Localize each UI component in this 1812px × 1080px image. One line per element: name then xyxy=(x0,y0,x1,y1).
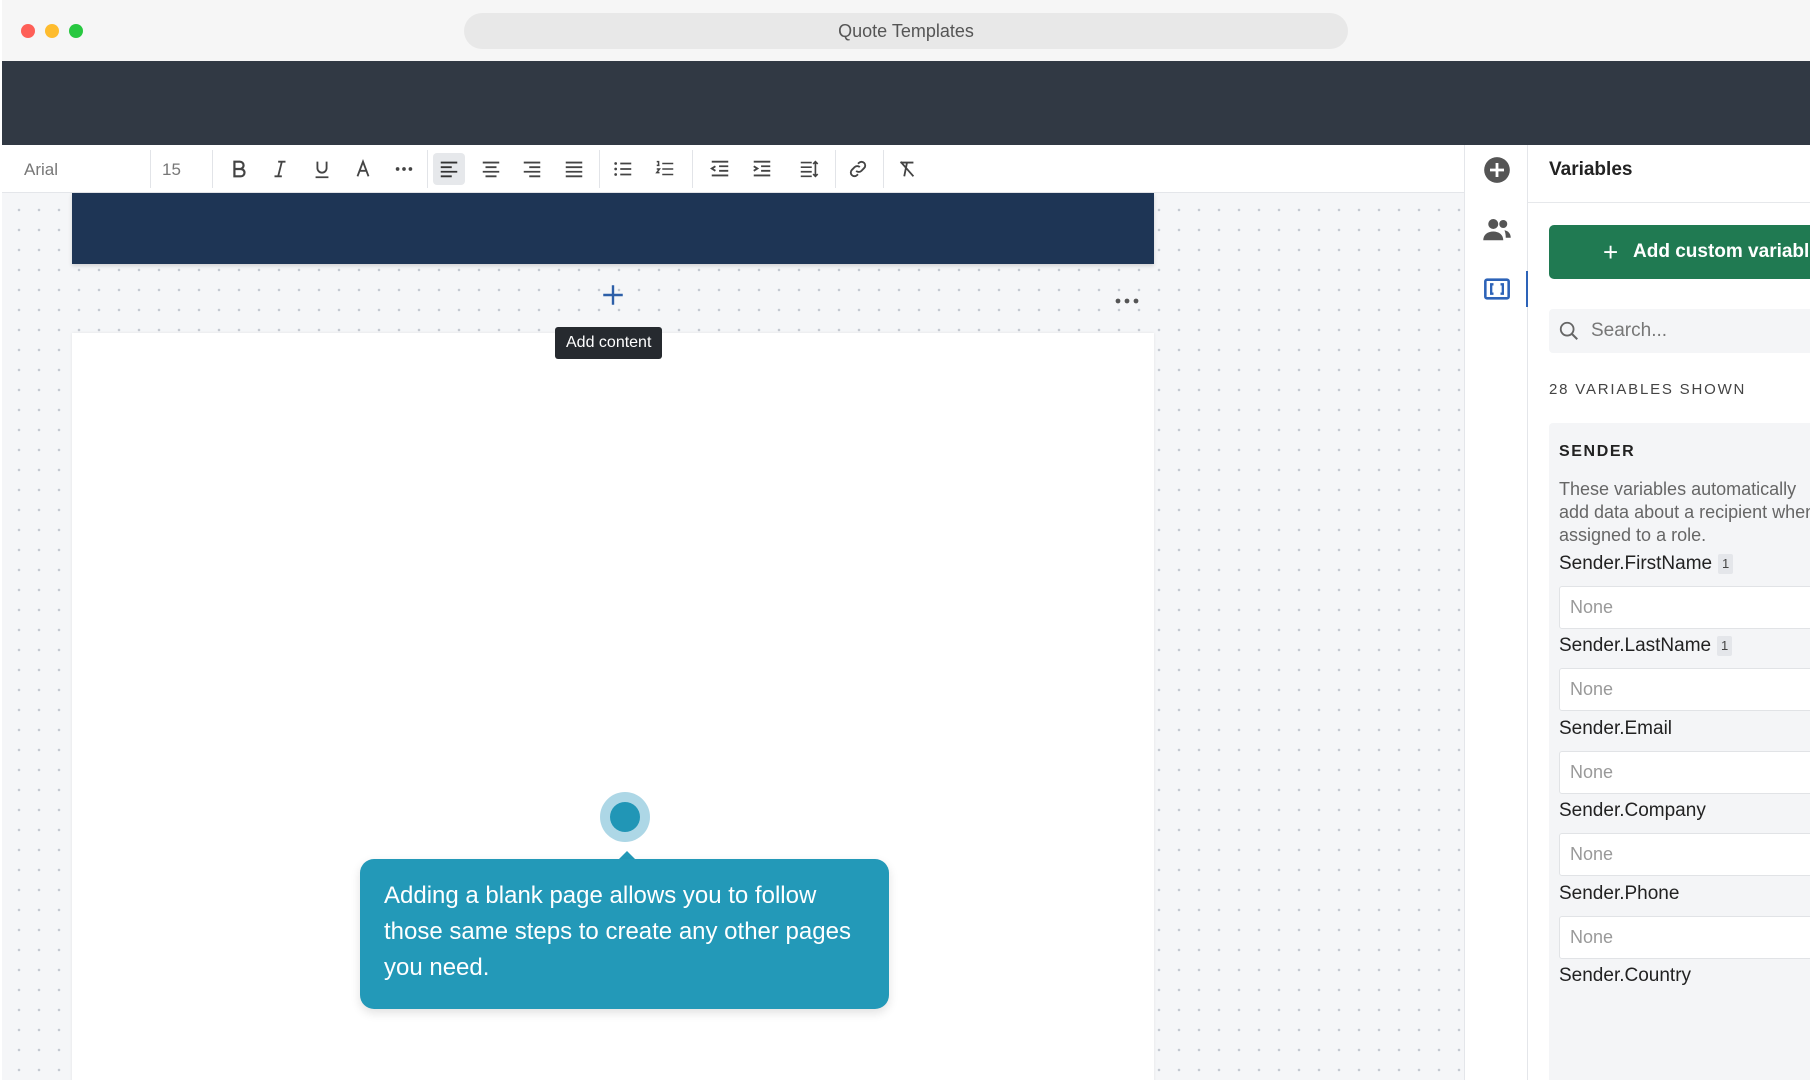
indent-icon[interactable] xyxy=(746,153,778,185)
search-input[interactable] xyxy=(1591,309,1810,353)
toolbar-divider xyxy=(692,150,693,188)
font-family-select[interactable]: Arial xyxy=(24,160,58,180)
variable-name: Sender.Email xyxy=(1559,718,1673,739)
variables-count: 28 VARIABLES SHOWN xyxy=(1549,381,1747,398)
sender-variable-group: SENDER These variables automatically add… xyxy=(1549,423,1810,1080)
variable-item: Sender.Phone None xyxy=(1559,883,1810,959)
toolbar-divider xyxy=(427,150,428,188)
line-height-icon[interactable] xyxy=(793,153,825,185)
address-bar[interactable]: Quote Templates xyxy=(464,13,1348,49)
variable-value-field[interactable]: None xyxy=(1559,916,1810,959)
add-content-icon[interactable] xyxy=(599,281,627,309)
close-window-button[interactable] xyxy=(21,24,35,38)
maximize-window-button[interactable] xyxy=(69,24,83,38)
align-right-icon[interactable] xyxy=(516,153,548,185)
variable-name: Sender.FirstName xyxy=(1559,553,1713,574)
usage-count-badge: 1 xyxy=(1717,636,1733,656)
title-bar: Quote Templates xyxy=(2,0,1810,61)
italic-icon[interactable] xyxy=(264,153,296,185)
toolbar-divider xyxy=(883,150,884,188)
link-icon[interactable] xyxy=(842,153,874,185)
variable-value-field[interactable]: None xyxy=(1559,833,1810,876)
toolbar-divider xyxy=(599,150,600,188)
variable-item: Sender.Company None xyxy=(1559,800,1810,876)
add-circle-icon[interactable] xyxy=(1481,154,1513,186)
add-content-tooltip: Add content xyxy=(555,327,663,359)
variable-item: Sender.Email None xyxy=(1559,718,1810,794)
usage-count-badge: 1 xyxy=(1718,554,1734,574)
app-window: Quote Templates Arial 15 Add content Add… xyxy=(2,0,1810,1080)
plus-icon: + xyxy=(1603,237,1619,267)
editor-canvas: Add content Adding a blank page allows y… xyxy=(2,193,1464,1080)
align-left-icon[interactable] xyxy=(433,153,465,185)
add-custom-variable-button[interactable]: + Add custom variable xyxy=(1549,225,1810,279)
format-toolbar: Arial 15 xyxy=(2,145,1464,193)
side-icon-rail xyxy=(1464,145,1529,1080)
page-options-icon[interactable] xyxy=(1115,293,1139,305)
underline-icon[interactable] xyxy=(306,153,338,185)
app-header xyxy=(2,61,1810,145)
toolbar-divider xyxy=(212,150,213,188)
group-description: These variables automatically add data a… xyxy=(1559,479,1810,545)
minimize-window-button[interactable] xyxy=(45,24,59,38)
variable-value-field[interactable]: None xyxy=(1559,586,1810,629)
font-color-icon[interactable] xyxy=(347,153,379,185)
more-icon[interactable] xyxy=(388,153,420,185)
toolbar-divider xyxy=(835,150,836,188)
page-header-block[interactable] xyxy=(72,193,1154,264)
variable-item: Sender.Country xyxy=(1559,965,1810,987)
variable-search xyxy=(1549,309,1810,353)
panel-divider xyxy=(1528,202,1810,203)
numbered-list-icon[interactable] xyxy=(649,153,681,185)
tour-hotspot[interactable] xyxy=(610,802,640,832)
justify-icon[interactable] xyxy=(558,153,590,185)
variable-value-field[interactable]: None xyxy=(1559,668,1810,711)
variable-value-field[interactable]: None xyxy=(1559,751,1810,794)
people-icon[interactable] xyxy=(1481,213,1513,245)
bullet-list-icon[interactable] xyxy=(607,153,639,185)
toolbar-divider xyxy=(150,150,151,188)
outdent-icon[interactable] xyxy=(704,153,736,185)
variables-icon[interactable] xyxy=(1481,273,1513,305)
tour-callout: Adding a blank page allows you to follow… xyxy=(360,859,889,1009)
font-size-select[interactable]: 15 xyxy=(162,160,181,180)
variable-name: Sender.Phone xyxy=(1559,883,1680,904)
clear-format-icon[interactable] xyxy=(891,153,923,185)
panel-title: Variables xyxy=(1549,159,1633,180)
variables-panel: Variables + Add custom variable 28 VARIA… xyxy=(1528,145,1810,1080)
variable-item: Sender.LastName 1 None xyxy=(1559,635,1810,711)
variable-name: Sender.Company xyxy=(1559,800,1706,821)
variable-name: Sender.LastName xyxy=(1559,635,1712,656)
group-title: SENDER xyxy=(1559,443,1636,460)
add-custom-variable-label: Add custom variable xyxy=(1633,241,1810,262)
align-center-icon[interactable] xyxy=(475,153,507,185)
search-icon xyxy=(1559,321,1578,340)
bold-icon[interactable] xyxy=(223,153,255,185)
variable-item: Sender.FirstName 1 None xyxy=(1559,553,1810,629)
variable-name: Sender.Country xyxy=(1559,965,1692,986)
